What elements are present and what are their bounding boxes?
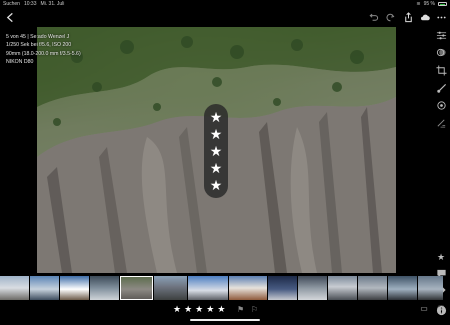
thumbnail[interactable]: [229, 276, 267, 300]
healing-button[interactable]: [435, 118, 447, 130]
thumbnail[interactable]: [358, 276, 387, 300]
crop-button[interactable]: [435, 65, 447, 77]
star-icon: ★: [436, 252, 446, 262]
rating-star-icon[interactable]: ★: [210, 178, 223, 192]
date-text: Mi. 31. Juli: [40, 1, 65, 7]
selective-icon: [436, 101, 446, 110]
lens-text: 90mm (18.0-200.0 mm f/3.5-5.6): [6, 50, 81, 57]
brush-button[interactable]: [435, 83, 447, 95]
exposure-text: 1/250 Sek bei f/5.6, ISO 200: [6, 42, 72, 49]
thumbnail[interactable]: [60, 276, 89, 300]
rating-star-icon[interactable]: ★: [210, 144, 223, 158]
star-rating-bar[interactable]: ★ ★ ★ ★ ★: [173, 304, 225, 315]
thumbnail[interactable]: [328, 276, 357, 300]
bottom-bar: ★ ★ ★ ★ ★ ⚑ ⚐ ▭ ⓘ: [0, 301, 450, 325]
undo-alt-icon: [386, 13, 395, 22]
thumbnail[interactable]: [90, 276, 119, 300]
cloud-sync-icon: [421, 14, 430, 21]
compare-icon[interactable]: ▭: [419, 304, 429, 313]
edit-sliders-button[interactable]: [435, 30, 447, 42]
more-icon: [437, 16, 446, 19]
bottom-star-icon[interactable]: ★: [206, 304, 214, 315]
thumbnail[interactable]: [388, 276, 417, 300]
undo-alt-button[interactable]: [385, 12, 396, 23]
share-icon: [405, 12, 412, 23]
presets-icon: [436, 48, 446, 57]
undo-icon: [369, 13, 379, 21]
status-bar: Suchen 10:33 Mi. 31. Juli ≋ 95 %: [0, 0, 450, 8]
wifi-icon: ≋: [416, 1, 421, 7]
cloud-sync-button[interactable]: [420, 12, 431, 23]
thumbnail[interactable]: [30, 276, 59, 300]
rating-star-icon[interactable]: ★: [210, 110, 223, 124]
carrier-text: Suchen: [3, 1, 20, 7]
thumbnail[interactable]: [298, 276, 327, 300]
top-toolbar: [0, 9, 450, 26]
rating-overlay[interactable]: ★ ★ ★ ★ ★: [204, 104, 228, 198]
filmstrip: [0, 276, 443, 300]
battery-percent: 95 %: [423, 1, 435, 7]
time-text: 10:33: [23, 1, 37, 7]
presets-button[interactable]: [435, 47, 447, 59]
bottom-star-icon[interactable]: ★: [173, 304, 181, 315]
rating-star-icon[interactable]: ★: [210, 161, 223, 175]
flag-pick-icon[interactable]: ⚑: [237, 305, 244, 314]
thumbnail[interactable]: [268, 276, 297, 300]
share-button[interactable]: [403, 12, 414, 23]
rating-star-icon[interactable]: ★: [210, 127, 223, 141]
flag-reject-icon[interactable]: ⚐: [251, 305, 258, 314]
undo-button[interactable]: [368, 12, 379, 23]
more-button[interactable]: [436, 12, 447, 23]
thumbnail-selected[interactable]: [120, 276, 153, 300]
brush-icon: [436, 83, 446, 93]
healing-icon: [437, 119, 445, 128]
bottom-star-icon[interactable]: ★: [184, 304, 192, 315]
photo-index-text: 5 von 45 | Se:ado Wenzel J: [6, 34, 70, 40]
rate-button[interactable]: ★: [435, 251, 447, 263]
thumbnail[interactable]: [188, 276, 228, 300]
home-indicator[interactable]: [190, 319, 260, 321]
chevron-left-icon: [6, 12, 13, 23]
sliders-icon: [436, 31, 446, 40]
thumbnail[interactable]: [0, 276, 29, 300]
battery-icon: [438, 2, 447, 6]
thumbnail[interactable]: [418, 276, 443, 300]
bottom-star-icon[interactable]: ★: [217, 304, 225, 315]
photo-info-overlay: 5 von 45 | Se:ado Wenzel J 1/250 Sek bei…: [6, 33, 81, 67]
crop-icon: [435, 65, 447, 76]
bottom-star-icon[interactable]: ★: [195, 304, 203, 315]
back-button[interactable]: [5, 12, 16, 23]
info-circle-icon[interactable]: ⓘ: [436, 304, 446, 315]
camera-text: NIKON D80: [6, 59, 34, 66]
thumbnail[interactable]: [154, 276, 187, 300]
selective-button[interactable]: [435, 100, 447, 112]
